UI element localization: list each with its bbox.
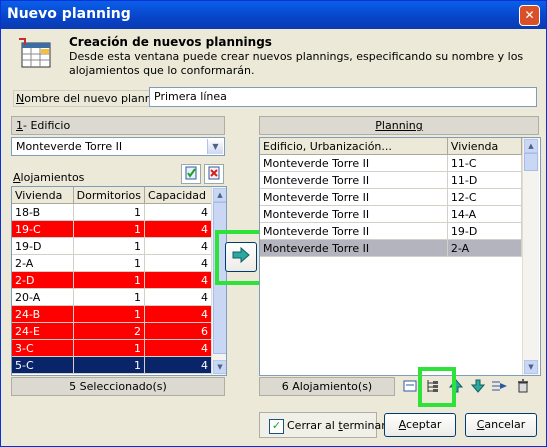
table-row[interactable]: 3-C 1 4	[12, 339, 212, 357]
cell-dormitorios: 1	[73, 203, 146, 221]
building-select[interactable]: Monteverde Torre II ▼	[11, 137, 225, 156]
column-header[interactable]: Vivienda	[447, 138, 523, 155]
building-group-header: 1- Edificio	[11, 116, 225, 135]
close-icon[interactable]: ✕	[519, 5, 540, 26]
cell-dormitorios: 1	[73, 288, 146, 306]
cell-vivienda: 11-C	[447, 154, 523, 172]
planning-table[interactable]: Edificio, Urbanización... Vivienda Montev…	[259, 137, 541, 376]
alojamientos-status: 5 Seleccionado(s)	[11, 377, 225, 396]
building-select-value: Monteverde Torre II	[16, 140, 123, 153]
title-bar[interactable]: Nuevo planning ✕	[1, 1, 546, 29]
scroll-down-icon[interactable]: ▼	[213, 360, 226, 374]
cell-vivienda: 11-D	[447, 171, 523, 189]
accept-button[interactable]: Aceptar	[384, 413, 456, 437]
cell-dormitorios: 1	[73, 271, 146, 289]
cell-vivienda: 2-A	[447, 239, 523, 257]
trash-icon[interactable]	[514, 378, 532, 396]
close-on-finish-checkbox[interactable]: ✓	[269, 419, 284, 434]
cell-vivienda: 2-A	[12, 254, 74, 272]
scroll-thumb[interactable]	[524, 153, 538, 171]
cell-capacidad: 4	[144, 288, 212, 306]
cell-edificio: Monteverde Torre II	[260, 188, 448, 206]
highlight-tree-button	[418, 367, 456, 407]
cell-vivienda: 19-D	[447, 222, 523, 240]
cell-capacidad: 4	[144, 305, 212, 323]
cell-vivienda: 24-B	[12, 305, 74, 323]
planning-scrollbar[interactable]: ▲ ▼	[522, 138, 539, 375]
cell-capacidad: 4	[144, 254, 212, 272]
cell-dormitorios: 1	[73, 356, 146, 374]
cell-capacidad: 4	[144, 339, 212, 357]
cell-dormitorios: 1	[73, 220, 146, 238]
cell-edificio: Monteverde Torre II	[260, 205, 448, 223]
table-row[interactable]: 18-B 1 4	[12, 203, 212, 221]
column-header[interactable]: Edificio, Urbanización...	[260, 138, 448, 155]
cell-dormitorios: 1	[73, 237, 146, 255]
cell-vivienda: 18-B	[12, 203, 74, 221]
header-title: Creación de nuevos plannings	[69, 35, 272, 49]
table-row[interactable]: 20-A 1 4	[12, 288, 212, 306]
calendar-grid-icon	[19, 38, 51, 68]
table-row[interactable]: 2-D 1 4	[12, 271, 212, 289]
name-field-label: Nombre del nuevo planning	[13, 90, 172, 107]
cell-vivienda: 5-C	[12, 356, 74, 374]
table-row[interactable]: Monteverde Torre II 2-A	[260, 239, 523, 257]
column-header[interactable]: Capacidad	[144, 187, 212, 204]
cell-edificio: Monteverde Torre II	[260, 239, 448, 257]
cell-vivienda: 12-C	[447, 188, 523, 206]
cell-dormitorios: 1	[73, 254, 146, 272]
cell-capacidad: 4	[144, 203, 212, 221]
planning-group-header: Planning	[259, 116, 539, 135]
cell-dormitorios: 1	[73, 339, 146, 357]
window-title: Nuevo planning	[7, 6, 131, 22]
cell-vivienda: 2-D	[12, 271, 74, 289]
deselect-all-icon[interactable]	[204, 164, 224, 184]
chevron-down-icon[interactable]: ▼	[207, 139, 223, 154]
select-all-icon[interactable]	[181, 164, 201, 184]
move-last-icon[interactable]	[491, 378, 509, 396]
cell-vivienda: 19-C	[12, 220, 74, 238]
table-row[interactable]: 19-D 1 4	[12, 237, 212, 255]
table-row[interactable]: 24-B 1 4	[12, 305, 212, 323]
cell-vivienda: 19-D	[12, 237, 74, 255]
planning-name-input[interactable]: Primera línea	[149, 87, 537, 107]
cell-edificio: Monteverde Torre II	[260, 154, 448, 172]
cell-vivienda: 14-A	[447, 205, 523, 223]
scroll-up-icon[interactable]: ▲	[213, 188, 226, 202]
properties-icon[interactable]	[401, 378, 419, 396]
alojamientos-label: Alojamientos	[13, 171, 85, 184]
cell-vivienda: 24-E	[12, 322, 74, 340]
scroll-down-icon[interactable]: ▼	[524, 360, 538, 374]
move-down-icon[interactable]	[469, 378, 487, 396]
table-row[interactable]: Monteverde Torre II 11-C	[260, 154, 523, 172]
table-row[interactable]: 19-C 1 4	[12, 220, 212, 238]
cell-vivienda: 20-A	[12, 288, 74, 306]
cell-capacidad: 6	[144, 322, 212, 340]
scroll-up-icon[interactable]: ▲	[524, 139, 538, 153]
alojamientos-table[interactable]: Vivienda Dormitorios Capacidad 18-B 1 4 19-C 1…	[11, 186, 227, 376]
table-row[interactable]: 5-C 1 4	[12, 356, 212, 374]
column-header[interactable]: Vivienda	[12, 187, 74, 204]
dialog-window: Nuevo planning ✕ Creación de nuevos plan…	[0, 0, 547, 447]
cell-dormitorios: 2	[73, 322, 146, 340]
close-on-finish-label[interactable]: Cerrar al terminar	[287, 419, 386, 432]
table-row[interactable]: 24-E 2 6	[12, 322, 212, 340]
cell-capacidad: 4	[144, 356, 212, 374]
column-header[interactable]: Dormitorios	[73, 187, 146, 204]
cell-vivienda: 3-C	[12, 339, 74, 357]
table-row[interactable]: Monteverde Torre II 19-D	[260, 222, 523, 240]
cell-capacidad: 4	[144, 271, 212, 289]
table-row[interactable]: Monteverde Torre II 11-D	[260, 171, 523, 189]
table-row[interactable]: 2-A 1 4	[12, 254, 212, 272]
cell-capacidad: 4	[144, 237, 212, 255]
cell-edificio: Monteverde Torre II	[260, 222, 448, 240]
cell-dormitorios: 1	[73, 305, 146, 323]
cancel-button[interactable]: Cancelar	[465, 413, 537, 437]
table-row[interactable]: Monteverde Torre II 14-A	[260, 205, 523, 223]
planning-status: 6 Alojamiento(s)	[259, 377, 395, 396]
cell-edificio: Monteverde Torre II	[260, 171, 448, 189]
header-description: Desde esta ventana puede crear nuevos pl…	[69, 50, 524, 77]
cell-capacidad: 4	[144, 220, 212, 238]
table-row[interactable]: Monteverde Torre II 12-C	[260, 188, 523, 206]
